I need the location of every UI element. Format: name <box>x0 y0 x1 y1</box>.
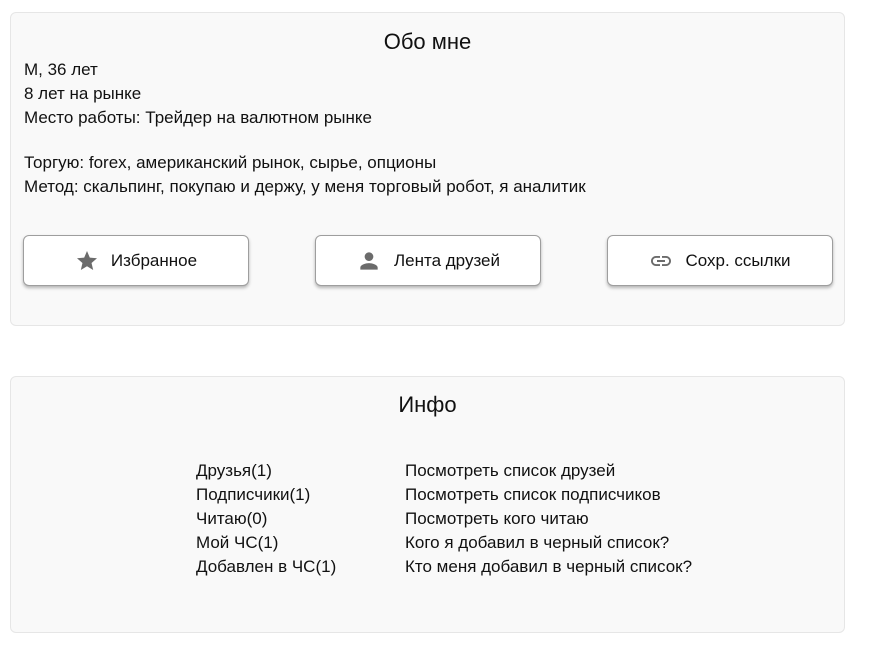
info-card: Инфо Друзья(1) Посмотреть список друзей … <box>10 376 845 633</box>
person-icon <box>356 248 382 274</box>
about-title: Обо мне <box>383 29 472 54</box>
favorites-button[interactable]: Избранное <box>23 235 249 286</box>
view-friends-link[interactable]: Посмотреть список друзей <box>405 459 615 483</box>
experience-text: 8 лет на рынке <box>24 84 142 103</box>
friends-count: Друзья(1) <box>196 461 272 480</box>
my-blacklist-count: Мой ЧС(1) <box>196 533 279 552</box>
following-count: Читаю(0) <box>196 509 268 528</box>
info-row-my-blacklist: Мой ЧС(1) Кого я добавил в черный список… <box>196 531 692 555</box>
info-row-following: Читаю(0) Посмотреть кого читаю <box>196 507 692 531</box>
info-row-friends: Друзья(1) Посмотреть список друзей <box>196 459 692 483</box>
view-following-link[interactable]: Посмотреть кого читаю <box>405 507 589 531</box>
trading-text: Торгую: forex, американский рынок, сырье… <box>24 153 437 172</box>
method-text: Метод: скальпинг, покупаю и держу, у мен… <box>24 177 586 196</box>
friends-feed-button[interactable]: Лента друзей <box>315 235 541 286</box>
star-icon <box>75 249 99 273</box>
about-details: М, 36 лет 8 лет на рынке Место работы: Т… <box>24 58 586 199</box>
info-row-subscribers: Подписчики(1) Посмотреть список подписчи… <box>196 483 692 507</box>
view-my-blacklist-link[interactable]: Кого я добавил в черный список? <box>405 531 669 555</box>
info-title: Инфо <box>398 392 457 417</box>
about-card: Обо мне М, 36 лет 8 лет на рынке Место р… <box>10 12 845 326</box>
link-icon <box>649 249 673 273</box>
workplace-text: Место работы: Трейдер на валютном рынке <box>24 108 372 127</box>
subscribers-count: Подписчики(1) <box>196 485 311 504</box>
info-table: Друзья(1) Посмотреть список друзей Подпи… <box>196 459 692 579</box>
view-blacklisted-by-link[interactable]: Кто меня добавил в черный список? <box>405 555 692 579</box>
favorites-label: Избранное <box>110 250 198 270</box>
gender-age-text: М, 36 лет <box>24 60 98 79</box>
saved-links-button[interactable]: Сохр. ссылки <box>607 235 833 286</box>
info-row-blacklisted-by: Добавлен в ЧС(1) Кто меня добавил в черн… <box>196 555 692 579</box>
friends-feed-label: Лента друзей <box>393 250 500 270</box>
saved-links-label: Сохр. ссылки <box>685 250 791 270</box>
view-subscribers-link[interactable]: Посмотреть список подписчиков <box>405 483 661 507</box>
blacklisted-by-count: Добавлен в ЧС(1) <box>196 557 337 576</box>
